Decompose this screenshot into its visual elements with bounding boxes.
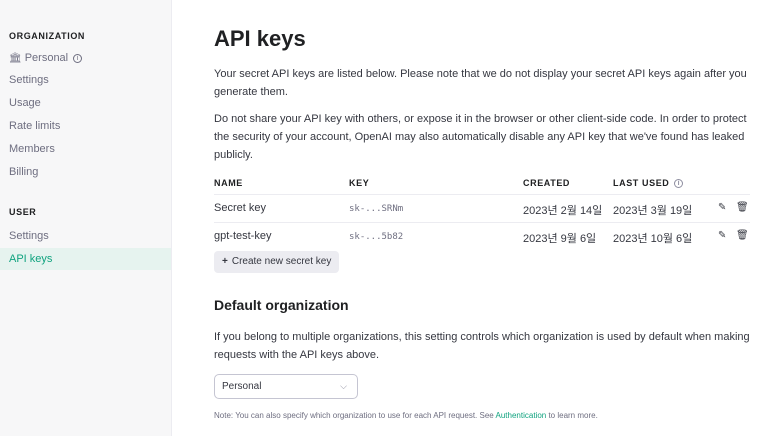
chevron-down-icon: ⌵ [340, 381, 347, 391]
sidebar: ORGANIZATION 🏛︎ Personal i Settings Usage … [0, 0, 172, 436]
key-created: 2023년 9월 6일 [523, 233, 597, 245]
edit-icon[interactable]: ✎ [718, 202, 726, 213]
note-text: to learn more. [546, 411, 598, 420]
trash-icon[interactable]: 🗑︎ [736, 202, 749, 213]
sidebar-item-label: Personal [24, 52, 69, 64]
key-last-used: 2023년 10월 6일 [613, 233, 693, 245]
key-last-used: 2023년 3월 19일 [613, 205, 693, 217]
sidebar-item-personal[interactable]: 🏛︎ Personal i [0, 47, 171, 69]
column-header-created: CREATED [523, 178, 571, 188]
sidebar-item-api-keys[interactable]: API keys [0, 248, 171, 270]
sidebar-item-usage[interactable]: Usage [0, 92, 171, 114]
sidebar-item-billing[interactable]: Billing [0, 161, 171, 183]
sidebar-item-org-settings[interactable]: Settings [0, 69, 171, 91]
key-created: 2023년 2월 14일 [523, 205, 603, 217]
column-header-label: LAST USED [613, 178, 670, 188]
plus-icon: + [222, 256, 228, 267]
warning-text: Do not share your API key with others, o… [214, 113, 747, 161]
organization-note: Note: You can also specify which organiz… [214, 411, 598, 420]
key-value: sk-...5b82 [349, 232, 404, 242]
building-icon: 🏛︎ [9, 53, 22, 64]
sidebar-heading-user: USER [9, 207, 37, 217]
create-secret-key-label: Create new secret key [231, 256, 332, 267]
sidebar-item-user-settings[interactable]: Settings [0, 225, 171, 247]
key-name: Secret key [214, 202, 266, 214]
sidebar-item-rate-limits[interactable]: Rate limits [0, 115, 171, 137]
intro-text: Your secret API keys are listed below. P… [214, 68, 747, 98]
column-header-key: KEY [349, 178, 370, 188]
divider [214, 222, 750, 223]
info-icon[interactable]: i [73, 54, 83, 63]
create-secret-key-button[interactable]: + Create new secret key [214, 251, 340, 273]
default-organization-description: If you belong to multiple organizations,… [214, 331, 750, 361]
column-header-name: NAME [214, 178, 243, 188]
sidebar-heading-organization: ORGANIZATION [9, 31, 86, 41]
default-organization-heading: Default organization [214, 297, 349, 313]
edit-icon[interactable]: ✎ [718, 230, 726, 241]
column-header-last-used: LAST USED i [613, 178, 684, 188]
authentication-link[interactable]: Authentication [496, 411, 547, 420]
key-value: sk-...SRNm [349, 204, 404, 214]
info-icon[interactable]: i [674, 179, 684, 188]
page-title: API keys [214, 26, 306, 51]
organization-select-value: Personal [222, 381, 262, 392]
note-text: Note: You can also specify which organiz… [214, 411, 496, 420]
sidebar-item-members[interactable]: Members [0, 138, 171, 160]
divider [214, 194, 750, 195]
key-name: gpt-test-key [214, 230, 272, 242]
organization-select[interactable]: Personal ⌵ [214, 374, 358, 399]
trash-icon[interactable]: 🗑︎ [736, 230, 749, 241]
